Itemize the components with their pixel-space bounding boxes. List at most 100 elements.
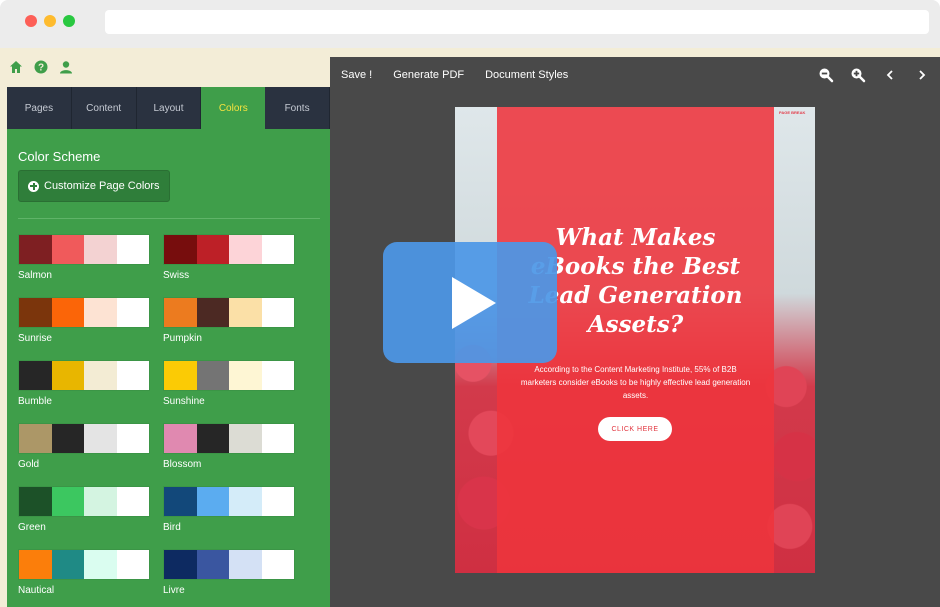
swatch-color [51, 361, 84, 390]
swatch-color [116, 235, 149, 264]
swatch-color [164, 424, 197, 453]
swatch-color [196, 424, 229, 453]
zoom-out-icon[interactable] [818, 67, 834, 83]
swatch-row[interactable] [163, 297, 295, 328]
swatch-row[interactable] [163, 423, 295, 454]
play-icon [452, 277, 496, 329]
swatch-color [261, 487, 294, 516]
swatch-color [261, 550, 294, 579]
swatch-color [261, 424, 294, 453]
plus-circle-icon [28, 180, 39, 192]
browser-chrome [0, 0, 940, 48]
user-icon[interactable] [59, 60, 73, 74]
customize-label: Customize Page Colors [44, 180, 160, 192]
swatch-color [164, 361, 197, 390]
maximize-window-icon[interactable] [63, 15, 75, 27]
swatch-color [261, 298, 294, 327]
swatch-row[interactable] [163, 360, 295, 391]
swatch-color [116, 487, 149, 516]
swatch-name: Sunrise [18, 333, 52, 344]
swatch-color [261, 235, 294, 264]
help-icon[interactable]: ? [34, 60, 48, 74]
chevron-right-icon[interactable] [914, 67, 930, 83]
color-scheme-salmon[interactable]: Salmon [18, 234, 150, 281]
zoom-in-icon[interactable] [850, 67, 866, 83]
click-here-button[interactable]: CLICK HERE [598, 417, 672, 441]
toolbar-icons [818, 67, 930, 83]
swatch-name: Salmon [18, 270, 52, 281]
home-icon[interactable] [9, 60, 23, 74]
color-scheme-title: Color Scheme [18, 149, 101, 164]
editor-toolbar: Save ! Generate PDF Document Styles [330, 57, 940, 93]
swatch-color [84, 550, 117, 579]
tab-layout[interactable]: Layout [137, 87, 202, 129]
swatch-color [84, 424, 117, 453]
swatch-row[interactable] [163, 486, 295, 517]
swatch-color [229, 361, 262, 390]
chevron-left-icon[interactable] [882, 67, 898, 83]
swatch-name: Swiss [163, 270, 190, 281]
preview-body[interactable]: According to the Content Marketing Insti… [517, 363, 754, 402]
swatch-color [51, 424, 84, 453]
swatch-row[interactable] [18, 549, 150, 580]
swatch-name: Pumpkin [163, 333, 202, 344]
color-scheme-blossom[interactable]: Blossom [163, 423, 295, 470]
swatch-color [116, 550, 149, 579]
swatch-color [84, 361, 117, 390]
color-scheme-sunshine[interactable]: Sunshine [163, 360, 295, 407]
swatch-color [19, 550, 52, 579]
svg-text:?: ? [38, 63, 44, 74]
close-window-icon[interactable] [25, 15, 37, 27]
swatch-color [196, 487, 229, 516]
swatch-color [19, 235, 52, 264]
swatch-name: Nautical [18, 585, 55, 596]
color-scheme-gold[interactable]: Gold [18, 423, 150, 470]
swatch-row[interactable] [18, 234, 150, 265]
swatch-color [261, 361, 294, 390]
swatch-color [164, 487, 197, 516]
swatch-color [116, 424, 149, 453]
swatch-row[interactable] [18, 486, 150, 517]
customize-page-colors-button[interactable]: Customize Page Colors [18, 170, 170, 202]
divider [18, 218, 320, 219]
tab-pages[interactable]: Pages [7, 87, 72, 129]
swatch-row[interactable] [18, 423, 150, 454]
generate-pdf-button[interactable]: Generate PDF [393, 69, 464, 81]
swatch-row[interactable] [163, 234, 295, 265]
swatch-color [51, 487, 84, 516]
swatch-color [229, 487, 262, 516]
swatch-color [19, 487, 52, 516]
tab-fonts[interactable]: Fonts [265, 87, 330, 129]
swatch-color [116, 298, 149, 327]
swatch-row[interactable] [18, 297, 150, 328]
color-scheme-pumpkin[interactable]: Pumpkin [163, 297, 295, 344]
minimize-window-icon[interactable] [44, 15, 56, 27]
color-scheme-swiss[interactable]: Swiss [163, 234, 295, 281]
swatch-color [229, 298, 262, 327]
swatch-color [19, 361, 52, 390]
swatch-row[interactable] [163, 549, 295, 580]
document-styles-button[interactable]: Document Styles [485, 69, 568, 81]
color-scheme-bird[interactable]: Bird [163, 486, 295, 533]
swatch-color [196, 298, 229, 327]
swatch-color [19, 298, 52, 327]
address-bar[interactable] [105, 10, 929, 34]
brand-tag: PAGE BREAK [779, 110, 806, 115]
color-scheme-bumble[interactable]: Bumble [18, 360, 150, 407]
color-scheme-nautical[interactable]: Nautical [18, 549, 150, 596]
save-button[interactable]: Save ! [341, 69, 372, 81]
top-nav-icons: ? [9, 60, 73, 76]
color-scheme-green[interactable]: Green [18, 486, 150, 533]
video-play-button[interactable] [383, 242, 557, 363]
swatch-color [164, 550, 197, 579]
swatch-row[interactable] [18, 360, 150, 391]
swatch-color [51, 298, 84, 327]
swatch-color [84, 235, 117, 264]
color-panel: Color Scheme Customize Page Colors Salmo… [7, 129, 330, 607]
color-scheme-sunrise[interactable]: Sunrise [18, 297, 150, 344]
color-scheme-livre[interactable]: Livre [163, 549, 295, 596]
swatch-name: Livre [163, 585, 185, 596]
tab-colors[interactable]: Colors [201, 87, 266, 129]
tab-content[interactable]: Content [72, 87, 137, 129]
swatch-name: Blossom [163, 459, 202, 470]
